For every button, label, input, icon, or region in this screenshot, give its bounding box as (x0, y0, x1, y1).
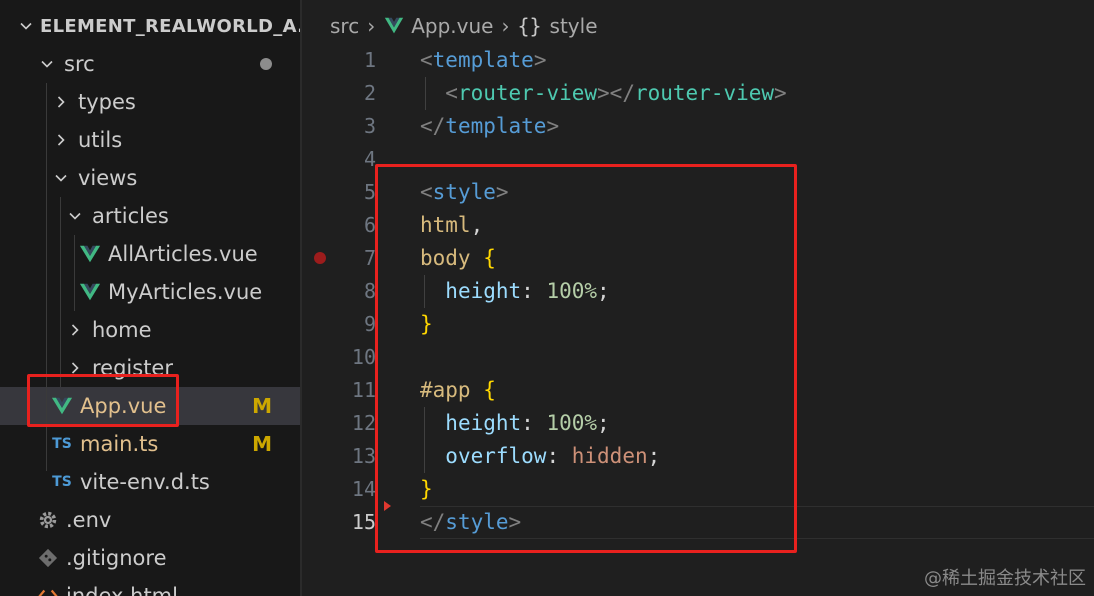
chevron-down-icon (18, 15, 34, 37)
explorer-root-label: ELEMENT_REALWORLD_A... (40, 15, 300, 37)
tree-item-views[interactable]: views (0, 159, 300, 197)
line-number[interactable]: 15 (302, 506, 376, 539)
vue-file-icon (78, 242, 102, 266)
line-number[interactable]: 3 (302, 110, 376, 143)
indent-guide (74, 235, 75, 311)
tree-item-utils[interactable]: utils (0, 121, 300, 159)
explorer-root-folder[interactable]: ELEMENT_REALWORLD_A... (0, 7, 300, 45)
chevron-right-icon (50, 129, 72, 151)
typescript-file-icon: TS (50, 432, 74, 456)
code-token: router-view (457, 81, 598, 105)
annotation-highlight-box (375, 164, 797, 553)
indent-guide (60, 197, 61, 387)
tree-item-index-html[interactable]: index.html (0, 577, 300, 596)
breakpoint-icon[interactable] (314, 252, 326, 264)
code-token: > (533, 48, 547, 72)
typescript-file-icon: TS (50, 470, 74, 494)
tree-item-types[interactable]: types (0, 83, 300, 121)
gear-icon (36, 508, 60, 532)
ts-file-icon-label: TS (52, 474, 72, 490)
vue-file-icon (78, 280, 102, 304)
line-number[interactable]: 12 (302, 407, 376, 440)
html-file-icon (36, 584, 60, 596)
line-number[interactable]: 5 (302, 176, 376, 209)
ts-file-icon-label: TS (52, 436, 72, 452)
chevron-right-icon (64, 319, 86, 341)
breadcrumb-folder[interactable]: src (330, 14, 359, 38)
code-token: > (546, 114, 560, 138)
tree-item-myarticles-vue[interactable]: MyArticles.vue (0, 273, 300, 311)
tree-item-articles[interactable]: articles (0, 197, 300, 235)
code-token: ></ (597, 81, 635, 105)
line-number[interactable]: 4 (302, 143, 376, 176)
code-line[interactable]: </template> (420, 110, 559, 143)
vue-file-icon (383, 15, 405, 37)
code-token: template (445, 114, 547, 138)
tree-item-label: .gitignore (66, 546, 167, 570)
git-file-icon (36, 546, 60, 570)
git-status-badge: M (252, 432, 272, 456)
tree-item-label: views (78, 166, 138, 190)
tree-item-src[interactable]: src (0, 45, 300, 83)
tree-item-label: utils (78, 128, 123, 152)
tree-item-label: index.html (66, 584, 178, 596)
tree-item-label: .env (66, 508, 112, 532)
chevron-down-icon (64, 205, 86, 227)
code-token: > (774, 81, 787, 105)
line-number[interactable]: 1 (302, 44, 376, 77)
chevron-right-icon (50, 91, 72, 113)
tree-item-label: src (64, 52, 95, 76)
code-line[interactable]: <template> (420, 44, 546, 77)
tree-item-vite-env-d-ts[interactable]: TS vite-env.d.ts (0, 463, 300, 501)
breadcrumb: src › App.vue › {} style (330, 10, 598, 42)
chevron-down-icon (36, 53, 58, 75)
breadcrumb-file[interactable]: App.vue (411, 14, 493, 38)
code-token: < (420, 48, 433, 72)
tree-item-label: articles (92, 204, 169, 228)
chevron-down-icon (50, 167, 72, 189)
annotation-highlight-box (27, 374, 179, 427)
line-number[interactable]: 13 (302, 440, 376, 473)
code-token: </ (420, 114, 446, 138)
git-status-badge: M (252, 394, 272, 418)
line-number[interactable]: 14 (302, 473, 376, 506)
tree-item-allarticles-vue[interactable]: AllArticles.vue (0, 235, 300, 273)
code-line[interactable]: <router-view></router-view> (420, 77, 787, 110)
watermark: @稀土掘金技术社区 (924, 568, 1086, 589)
code-token: < (445, 81, 458, 105)
explorer-sidebar: ELEMENT_REALWORLD_A... src types utils view… (0, 0, 300, 596)
tree-item-label: types (78, 90, 136, 114)
symbol-braces-icon: {} (517, 14, 542, 38)
chevron-right-icon: › (501, 14, 510, 38)
line-number[interactable]: 9 (302, 308, 376, 341)
tree-item-label: MyArticles.vue (108, 280, 263, 304)
tree-item-main-ts[interactable]: TS main.ts M (0, 425, 300, 463)
tree-item-label: AllArticles.vue (108, 242, 258, 266)
modified-dot-icon (260, 58, 272, 70)
code-token: router-view (634, 81, 775, 105)
indent-guide (425, 77, 426, 110)
tree-item-label: vite-env.d.ts (80, 470, 210, 494)
tree-item-home[interactable]: home (0, 311, 300, 349)
breadcrumb-symbol[interactable]: style (550, 14, 598, 38)
chevron-right-icon: › (367, 14, 376, 38)
code-editor[interactable]: src › App.vue › {} style 1 <template> 2 <r… (302, 0, 1094, 596)
line-number[interactable]: 8 (302, 275, 376, 308)
tree-item-label: home (92, 318, 152, 342)
tree-item-label: main.ts (80, 432, 159, 456)
tree-item-env[interactable]: .env (0, 501, 300, 539)
line-number[interactable]: 6 (302, 209, 376, 242)
line-number[interactable]: 2 (302, 77, 376, 110)
line-number[interactable]: 10 (302, 341, 376, 374)
line-number[interactable]: 11 (302, 374, 376, 407)
tree-item-gitignore[interactable]: .gitignore (0, 539, 300, 577)
code-token: template (432, 48, 534, 72)
